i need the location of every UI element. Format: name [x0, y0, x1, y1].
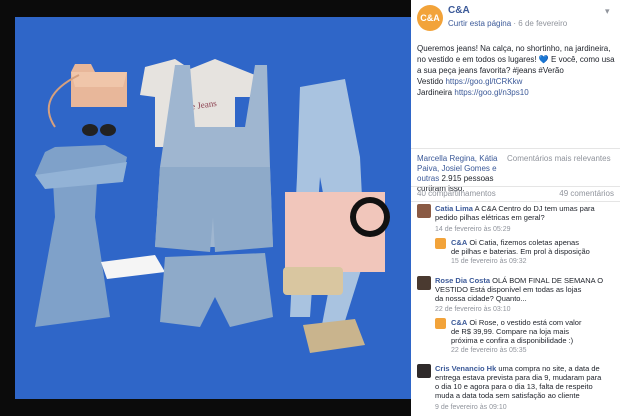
post-photo[interactable]: Love Jeans [15, 17, 411, 399]
post-meta: Curtir esta página · 6 de fevereiro [448, 19, 568, 28]
chevron-down-icon[interactable]: ▾ [605, 6, 614, 16]
avatar[interactable] [417, 204, 431, 218]
avatar[interactable] [435, 318, 446, 329]
post-header: C&A C&A Curtir esta página · 6 de fevere… [411, 0, 620, 36]
post-text: Queremos jeans! Na calça, no shortinho, … [417, 43, 615, 98]
comment-sort-dropdown[interactable]: Comentários mais relevantes [507, 154, 611, 163]
avatar[interactable] [417, 364, 431, 378]
comment-time[interactable]: 14 de fevereiro às 05:29 [435, 226, 511, 233]
comment-time[interactable]: 9 de fevereiro às 09:10 [435, 404, 507, 411]
comment-author[interactable]: Rose Dia Costa [435, 276, 490, 285]
clothing-flatlay-image: Love Jeans [15, 17, 411, 399]
comment: Catia Lima A C&A Centro do DJ tem umas p… [411, 204, 620, 242]
comment-reply: C&A Oi Rose, o vestido está com valor de… [411, 318, 620, 358]
comment-text: C&A Oi Rose, o vestido está com valor de… [451, 318, 582, 345]
avatar[interactable] [417, 276, 431, 290]
comment-text: Cris Venancio Hk uma compra no site, a d… [435, 364, 602, 400]
like-page-link[interactable]: Curtir esta página [448, 19, 511, 28]
comment-author[interactable]: Catia Lima [435, 204, 473, 213]
comment-author[interactable]: C&A [451, 238, 467, 247]
comment-text: C&A Oi Catia, fizemos coletas apenas de … [451, 238, 590, 256]
comment-time[interactable]: 22 de fevereiro às 03:10 [435, 306, 511, 313]
shares-count[interactable]: 40 compartilhamentos [417, 189, 496, 198]
page-logo[interactable]: C&A [417, 5, 443, 31]
counts-bar: 40 compartilhamentos 49 comentários [411, 186, 620, 202]
post-line: Queremos jeans! Na calça, no shortinho, … [417, 44, 611, 53]
comment-reply: C&A Oi Catia, fizemos coletas apenas de … [411, 238, 620, 272]
comments-count[interactable]: 49 comentários [559, 189, 614, 198]
comment-text: Rose Dia Costa OLÁ BOM FINAL DE SEMANA O… [435, 276, 604, 303]
page-name[interactable]: C&A [448, 5, 470, 16]
comment: Cris Venancio Hk uma compra no site, a d… [411, 364, 620, 416]
comment-time[interactable]: 15 de fevereiro às 09:32 [451, 258, 527, 265]
comment: Rose Dia Costa OLÁ BOM FINAL DE SEMANA O… [411, 276, 620, 316]
vestido-label: Vestido [417, 77, 444, 86]
post-line: no vestido e em todos os lugares! 💙 E vo… [417, 55, 615, 64]
jardineira-link[interactable]: https://goo.gl/n3ps10 [454, 88, 528, 97]
comment-author[interactable]: Cris Venancio Hk [435, 364, 496, 373]
comment-text: Catia Lima A C&A Centro do DJ tem umas p… [435, 204, 595, 222]
jardineira-label: Jardineira [417, 88, 453, 97]
reactions-summary: Marcella Regina, Kátia Paiva, Josiel Gom… [411, 148, 620, 193]
avatar[interactable] [435, 238, 446, 249]
comment-author[interactable]: C&A [451, 318, 467, 327]
vestido-link[interactable]: https://goo.gl/tCRKkw [445, 77, 522, 86]
facebook-post-panel: C&A C&A Curtir esta página · 6 de fevere… [411, 0, 620, 416]
post-line: a sua peça jeans favorita? #jeans #Verão [417, 66, 564, 75]
comment-time[interactable]: 22 de fevereiro às 05:35 [451, 347, 527, 354]
post-date[interactable]: 6 de fevereiro [518, 19, 567, 28]
